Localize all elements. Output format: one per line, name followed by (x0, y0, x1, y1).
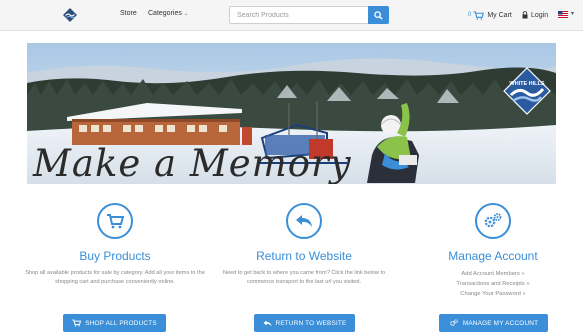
nav-categories-dropdown[interactable]: Categories ⌄ (148, 10, 188, 17)
cart-label: My Cart (487, 11, 512, 19)
buy-products-description: Shop all available products for sale by … (25, 270, 205, 285)
manage-account-icon-circle (475, 203, 511, 239)
cart-icon (473, 10, 485, 20)
return-to-website-title: Return to Website (256, 249, 352, 263)
cart-icon (72, 319, 82, 327)
search-button[interactable] (368, 6, 389, 24)
login-link[interactable]: Login (522, 9, 548, 21)
buy-products-icon-circle (97, 203, 133, 239)
gears-icon (484, 213, 502, 228)
site-logo-icon[interactable] (62, 7, 78, 23)
shop-all-products-button[interactable]: SHOP ALL PRODUCTS (63, 314, 166, 332)
search-input[interactable] (229, 6, 368, 24)
banner-caption: Make a Memory (33, 142, 352, 184)
top-navbar: Store Categories ⌄ 0 My Cart Login (0, 0, 583, 31)
return-to-website-label: RETURN TO WEBSITE (275, 319, 347, 327)
return-to-website-button[interactable]: RETURN TO WEBSITE (254, 314, 355, 332)
language-dropdown-caret-icon[interactable]: ▾ (571, 10, 574, 17)
cart-icon (107, 214, 124, 229)
reply-arrow-icon (296, 215, 312, 227)
gears-icon (450, 319, 458, 326)
nav-categories-label: Categories (148, 10, 182, 17)
cart-count-badge: 0 (468, 12, 472, 18)
buy-products-title: Buy Products (79, 249, 151, 263)
chevron-down-icon: ⌄ (183, 11, 189, 17)
return-icon-circle (286, 203, 322, 239)
shop-all-products-label: SHOP ALL PRODUCTS (85, 319, 157, 327)
nav-store-link[interactable]: Store (120, 10, 137, 17)
add-account-members-link[interactable]: Add Account Members » (398, 269, 583, 279)
search-icon (374, 10, 383, 20)
reply-arrow-icon (263, 320, 271, 326)
manage-my-account-button[interactable]: MANAGE MY ACCOUNT (439, 314, 548, 332)
search-bar (229, 6, 389, 24)
manage-my-account-label: MANAGE MY ACCOUNT (462, 319, 539, 327)
login-label: Login (531, 11, 549, 19)
change-password-link[interactable]: Change Your Password » (398, 289, 583, 299)
us-flag-icon[interactable] (558, 11, 568, 18)
transactions-receipts-link[interactable]: Transactions and Receipts » (398, 279, 583, 289)
my-cart-link[interactable]: 0 My Cart (468, 9, 512, 21)
white-hills-logo-icon: WHITE HILLS (503, 67, 551, 115)
hero-banner: Make a Memory WHITE HILLS (27, 43, 556, 184)
manage-account-title: Manage Account (448, 249, 538, 263)
manage-account-links: Add Account Members » Transactions and R… (398, 269, 583, 299)
white-hills-logo-text: WHITE HILLS (509, 81, 544, 87)
return-to-website-description: Need to get back to where you came from?… (222, 270, 386, 285)
lock-icon (522, 11, 528, 19)
